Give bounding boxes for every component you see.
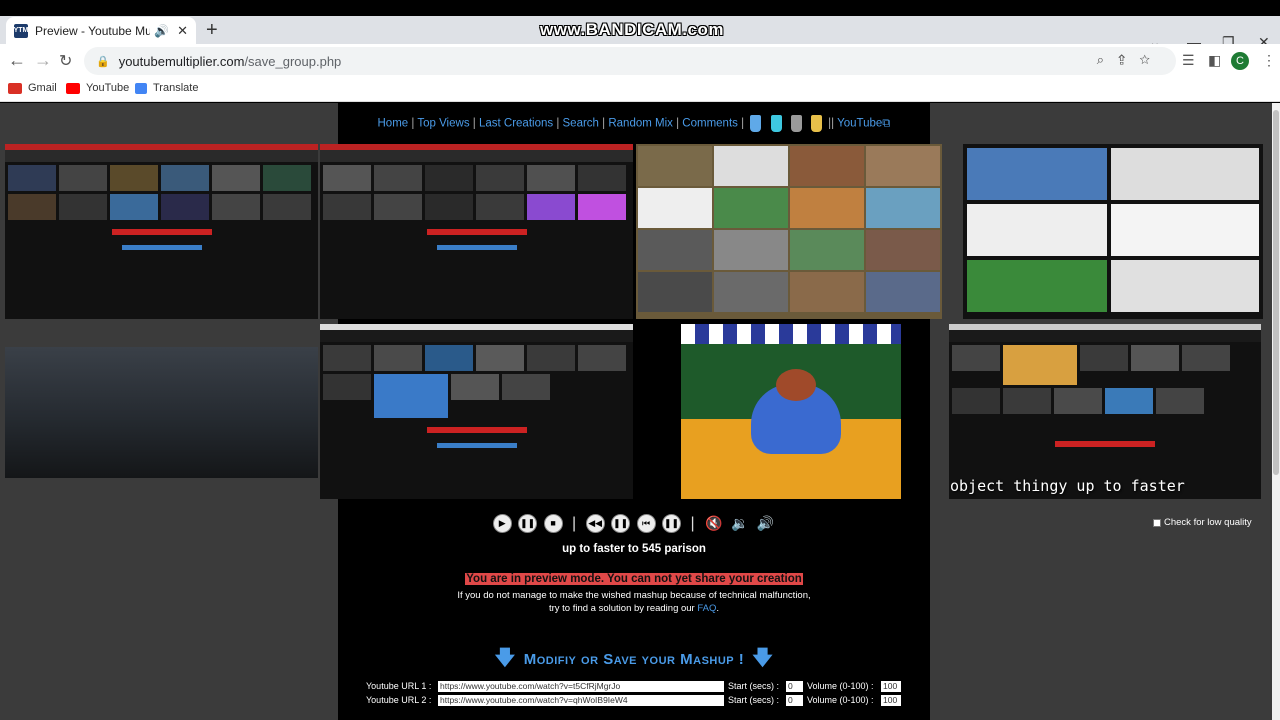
- modify-heading: Modifiy or Save your Mashup !: [523, 650, 745, 668]
- preview-info: If you do not manage to make the wished …: [338, 589, 930, 615]
- low-quality-checkbox[interactable]: Check for low quality: [1153, 517, 1252, 528]
- forward-icon[interactable]: →: [34, 50, 52, 71]
- reload-icon[interactable]: ↻: [59, 51, 72, 71]
- preview-notice: You are in preview mode. You can not yet…: [338, 569, 930, 615]
- bandicam-watermark: www.BANDICAM.com: [540, 20, 724, 39]
- url-row-1: Youtube URL 1 : https://www.youtube.com/…: [366, 680, 906, 692]
- bookmark-label: Gmail: [28, 82, 57, 94]
- bookmark-label: YouTube: [86, 82, 130, 94]
- volume-label: Volume (0-100) :: [807, 681, 874, 691]
- video-frame-8[interactable]: [949, 324, 1261, 499]
- separator: |: [690, 514, 695, 532]
- cup-icon[interactable]: [790, 115, 802, 132]
- url-label: Youtube URL 2 :: [366, 695, 432, 705]
- low-quality-label: Check for low quality: [1164, 517, 1252, 528]
- start-input-2[interactable]: 0: [786, 694, 803, 706]
- video-frame-3[interactable]: [636, 144, 942, 319]
- page-content: Home | Top Views | Last Creations | Sear…: [0, 103, 1272, 720]
- pause-alt-icon[interactable]: ❚❚: [662, 514, 682, 533]
- faq-link[interactable]: FAQ: [697, 603, 716, 614]
- nav-comments[interactable]: Comments: [682, 118, 738, 130]
- info-line-2-end: .: [716, 603, 720, 614]
- mix-title: up to faster to 545 parison: [562, 543, 706, 555]
- ytm-favicon-icon: YTM: [14, 23, 28, 38]
- nav-last-creations[interactable]: Last Creations: [479, 118, 553, 130]
- bookmark-translate[interactable]: Translate: [135, 82, 198, 94]
- profile-avatar[interactable]: C: [1231, 52, 1249, 70]
- reading-list-icon[interactable]: ☰: [1182, 52, 1195, 69]
- skip-back-icon[interactable]: ⏮: [636, 514, 656, 533]
- url-host: youtubemultiplier.com: [118, 53, 245, 69]
- rewind-icon[interactable]: ◀◀: [585, 514, 605, 533]
- volume-input-1[interactable]: 100: [881, 680, 901, 692]
- cup-icon[interactable]: [810, 115, 822, 132]
- site-menu: Home | Top Views | Last Creations | Sear…: [338, 115, 930, 132]
- pause-all-icon[interactable]: ❚❚: [611, 514, 631, 533]
- bookmarks-bar: Gmail YouTube Translate: [0, 77, 1280, 102]
- cup-icon[interactable]: [770, 115, 782, 132]
- tab-title: Preview - Youtube Multiplier: [35, 23, 151, 38]
- nav-random-mix[interactable]: Random Mix: [608, 118, 673, 130]
- nav-search[interactable]: Search: [563, 118, 599, 130]
- separator: |: [572, 514, 577, 532]
- nav-youtube[interactable]: YouTube: [837, 118, 882, 130]
- start-label: Start (secs) :: [728, 681, 780, 691]
- volume-input-2[interactable]: 100: [881, 694, 901, 706]
- checkbox-box[interactable]: [1153, 518, 1161, 527]
- info-line-2: try to find a solution by reading our: [548, 603, 698, 614]
- start-input-1[interactable]: 0: [786, 680, 803, 692]
- scrollbar-thumb[interactable]: [1273, 110, 1279, 475]
- new-tab-icon[interactable]: +: [206, 19, 218, 42]
- navigation-bar: ← → ↻ 🔒 youtubemultiplier.com/save_group…: [0, 44, 1280, 77]
- stop-icon[interactable]: ■: [543, 514, 563, 533]
- bookmark-gmail[interactable]: Gmail: [8, 82, 57, 94]
- menu-icon[interactable]: ⋮: [1262, 52, 1276, 69]
- url-label: Youtube URL 1 :: [366, 681, 432, 691]
- external-link-icon: ⧉: [882, 117, 891, 130]
- start-label: Start (secs) :: [728, 695, 780, 705]
- mute-icon[interactable]: 🔇: [705, 515, 722, 532]
- video-frame-1[interactable]: [5, 144, 318, 319]
- close-tab-icon[interactable]: ✕: [177, 23, 188, 39]
- video-frame-4[interactable]: [963, 144, 1263, 319]
- back-icon[interactable]: ←: [8, 50, 26, 71]
- url-row-2: Youtube URL 2 : https://www.youtube.com/…: [366, 694, 906, 706]
- video-frame-7[interactable]: [681, 324, 901, 499]
- lock-icon: 🔒: [96, 55, 110, 68]
- address-bar[interactable]: 🔒 youtubemultiplier.com/save_group.php ⌕…: [84, 47, 1176, 75]
- video-frame-5[interactable]: [5, 347, 318, 478]
- play-icon[interactable]: ▶: [492, 514, 512, 533]
- modify-heading-row: 🡇 Modifiy or Save your Mashup ! 🡇: [338, 643, 930, 677]
- url-path: /save_group.php: [244, 53, 342, 69]
- info-line-1: If you do not manage to make the wished …: [457, 590, 811, 601]
- video-frame-6[interactable]: [320, 324, 633, 499]
- down-arrow-icon: 🡇: [752, 647, 774, 669]
- down-arrow-icon: 🡇: [494, 647, 516, 669]
- speaker-icon[interactable]: 🔊: [154, 24, 169, 38]
- pause-icon[interactable]: ❚❚: [518, 514, 538, 533]
- top-black-bar: [0, 0, 1280, 16]
- bookmark-label: Translate: [153, 82, 199, 94]
- cup-icon[interactable]: [750, 115, 762, 132]
- browser-tab[interactable]: YTM Preview - Youtube Multiplier 🔊 ✕: [6, 17, 196, 44]
- youtube-url-input-2[interactable]: https://www.youtube.com/watch?v=qhWoIB9I…: [438, 694, 724, 706]
- nav-home[interactable]: Home: [378, 118, 409, 130]
- preview-warning: You are in preview mode. You can not yet…: [465, 573, 803, 585]
- youtube-url-input-1[interactable]: https://www.youtube.com/watch?v=t5CfRjMg…: [438, 680, 724, 692]
- volume-reset-icon[interactable]: 🔉: [731, 515, 748, 532]
- gmail-icon: [8, 82, 22, 94]
- video-overlay-text: object thingy up to faster: [950, 477, 1185, 495]
- nav-top-views[interactable]: Top Views: [417, 118, 469, 130]
- side-panel-icon[interactable]: ◧: [1208, 52, 1221, 69]
- youtube-icon: [66, 82, 80, 94]
- volume-label: Volume (0-100) :: [807, 695, 874, 705]
- volume-up-icon[interactable]: 🔊: [757, 515, 774, 532]
- bookmark-youtube[interactable]: YouTube: [66, 82, 129, 94]
- omnibox-action-icons[interactable]: ⌕⇪☆: [1097, 52, 1164, 68]
- video-frame-2[interactable]: [320, 144, 633, 319]
- player-controls: ▶ ❚❚ ■ | ◀◀ ❚❚ ⏮ ❚❚ | 🔇 🔉 🔊: [338, 514, 930, 533]
- translate-icon: [135, 82, 147, 94]
